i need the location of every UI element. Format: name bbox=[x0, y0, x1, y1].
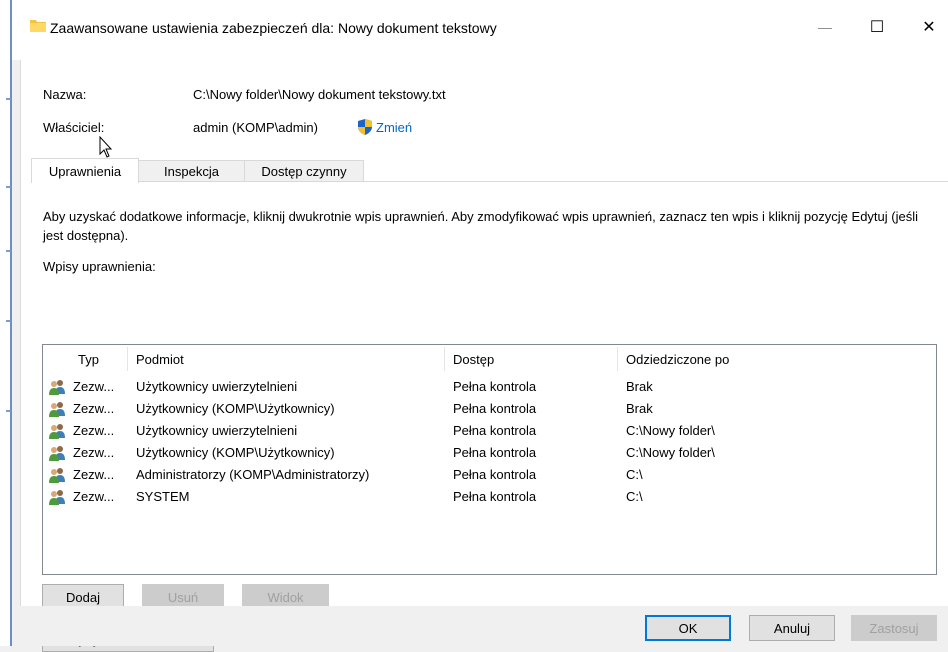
permissions-panel: Aby uzyskać dodatkowe informacje, klikni… bbox=[31, 181, 948, 652]
apply-button[interactable]: Zastosuj bbox=[851, 615, 937, 641]
advanced-security-dialog: Zaawansowane ustawienia zabezpieczeń dla… bbox=[12, 0, 948, 652]
column-header-inherited-from[interactable]: Odziedziczone po bbox=[626, 352, 729, 367]
column-header-principal[interactable]: Podmiot bbox=[136, 352, 184, 367]
window-title: Zaawansowane ustawienia zabezpieczeń dla… bbox=[50, 20, 497, 36]
column-header-type[interactable]: Typ bbox=[78, 352, 99, 367]
edge-tick bbox=[6, 410, 11, 412]
users-icon bbox=[49, 468, 65, 483]
cell-inherited-from: Brak bbox=[626, 379, 653, 394]
column-separator bbox=[127, 347, 128, 371]
cell-type: Zezw... bbox=[73, 489, 115, 504]
cell-inherited-from: C:\Nowy folder\ bbox=[626, 445, 715, 460]
cell-inherited-from: Brak bbox=[626, 401, 653, 416]
table-row[interactable]: Zezw... SYSTEM Pełna kontrola C:\ bbox=[43, 486, 936, 508]
cell-type: Zezw... bbox=[73, 379, 115, 394]
cell-access: Pełna kontrola bbox=[453, 423, 537, 438]
owner-label: Właściciel: bbox=[43, 120, 105, 135]
column-header-access[interactable]: Dostęp bbox=[453, 352, 494, 367]
owner-value: admin (KOMP\admin) bbox=[193, 120, 318, 135]
minimize-button[interactable]: — bbox=[802, 12, 848, 42]
edge-tick bbox=[6, 250, 11, 252]
edge-tick bbox=[6, 186, 11, 188]
cancel-button[interactable]: Anuluj bbox=[749, 615, 835, 641]
close-button[interactable]: ✕ bbox=[906, 12, 948, 42]
users-icon bbox=[49, 380, 65, 395]
cell-principal: Użytkownicy (KOMP\Użytkownicy) bbox=[136, 445, 335, 460]
tab-permissions[interactable]: Uprawnienia bbox=[31, 158, 139, 183]
table-row[interactable]: Zezw... Użytkownicy (KOMP\Użytkownicy) P… bbox=[43, 442, 936, 464]
column-separator bbox=[444, 347, 445, 371]
users-icon bbox=[49, 490, 65, 505]
background-window-edge bbox=[0, 0, 12, 646]
cell-inherited-from: C:\ bbox=[626, 489, 643, 504]
tab-auditing[interactable]: Inspekcja bbox=[138, 160, 245, 182]
cell-type: Zezw... bbox=[73, 445, 115, 460]
users-icon bbox=[49, 446, 65, 461]
column-separator bbox=[617, 347, 618, 371]
tab-effective-access[interactable]: Dostęp czynny bbox=[244, 160, 364, 182]
table-row[interactable]: Zezw... Użytkownicy uwierzytelnieni Pełn… bbox=[43, 420, 936, 442]
table-row[interactable]: Zezw... Użytkownicy (KOMP\Użytkownicy) P… bbox=[43, 398, 936, 420]
cell-inherited-from: C:\ bbox=[626, 467, 643, 482]
mouse-cursor-icon bbox=[99, 136, 113, 158]
edge-tick bbox=[6, 320, 11, 322]
cell-access: Pełna kontrola bbox=[453, 445, 537, 460]
cell-access: Pełna kontrola bbox=[453, 379, 537, 394]
cell-access: Pełna kontrola bbox=[453, 467, 537, 482]
cell-principal: SYSTEM bbox=[136, 489, 190, 504]
cell-principal: Administratorzy (KOMP\Administratorzy) bbox=[136, 467, 370, 482]
cell-type: Zezw... bbox=[73, 423, 115, 438]
cell-principal: Użytkownicy (KOMP\Użytkownicy) bbox=[136, 401, 335, 416]
ok-button[interactable]: OK bbox=[645, 615, 731, 641]
name-value: C:\Nowy folder\Nowy dokument tekstowy.tx… bbox=[193, 87, 446, 102]
dialog-footer: OK Anuluj Zastosuj bbox=[20, 606, 948, 646]
table-row[interactable]: Zezw... Użytkownicy uwierzytelnieni Pełn… bbox=[43, 376, 936, 398]
uac-shield-icon bbox=[358, 119, 372, 135]
cell-access: Pełna kontrola bbox=[453, 401, 537, 416]
change-owner-link[interactable]: Zmień bbox=[376, 120, 412, 135]
cell-principal: Użytkownicy uwierzytelnieni bbox=[136, 423, 298, 438]
cell-type: Zezw... bbox=[73, 467, 115, 482]
title-bar: Zaawansowane ustawienia zabezpieczeń dla… bbox=[12, 0, 948, 60]
users-icon bbox=[49, 424, 65, 439]
maximize-button[interactable]: ☐ bbox=[854, 12, 900, 42]
cell-type: Zezw... bbox=[73, 401, 115, 416]
cell-principal: Użytkownicy uwierzytelnieni bbox=[136, 379, 298, 394]
dialog-content: Nazwa: C:\Nowy folder\Nowy dokument teks… bbox=[20, 60, 948, 652]
users-icon bbox=[49, 402, 65, 417]
description-text: Aby uzyskać dodatkowe informacje, klikni… bbox=[43, 209, 918, 243]
folder-icon bbox=[30, 20, 46, 32]
edge-tick bbox=[6, 98, 11, 100]
name-label: Nazwa: bbox=[43, 87, 87, 102]
table-row[interactable]: Zezw... Administratorzy (KOMP\Administra… bbox=[43, 464, 936, 486]
cell-inherited-from: C:\Nowy folder\ bbox=[626, 423, 715, 438]
entries-label: Wpisy uprawnienia: bbox=[43, 259, 156, 274]
cell-access: Pełna kontrola bbox=[453, 489, 537, 504]
permission-entries-list[interactable]: Typ Podmiot Dostęp Odziedziczone po Zezw… bbox=[42, 344, 937, 575]
